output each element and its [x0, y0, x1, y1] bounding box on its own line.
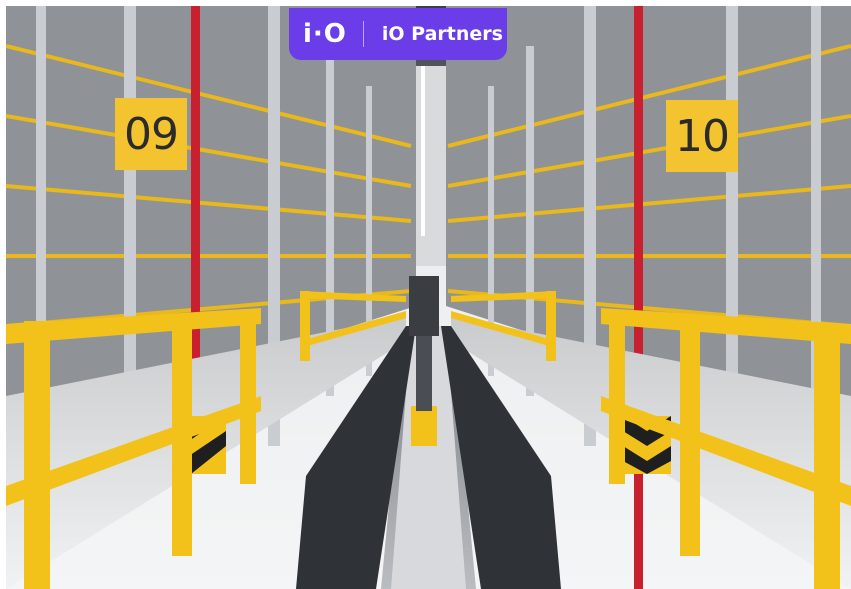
brand-divider	[362, 21, 364, 47]
aisle-sign-left: 09	[115, 98, 187, 170]
aisle-sign-right: 10	[666, 100, 738, 172]
brand-name: iO Partners	[381, 23, 503, 45]
brand-badge: i·O iO Partners	[289, 8, 507, 60]
brand-logo-mark: i·O	[303, 19, 347, 49]
warehouse-illustration	[6, 6, 851, 589]
warehouse-photo	[6, 6, 851, 589]
